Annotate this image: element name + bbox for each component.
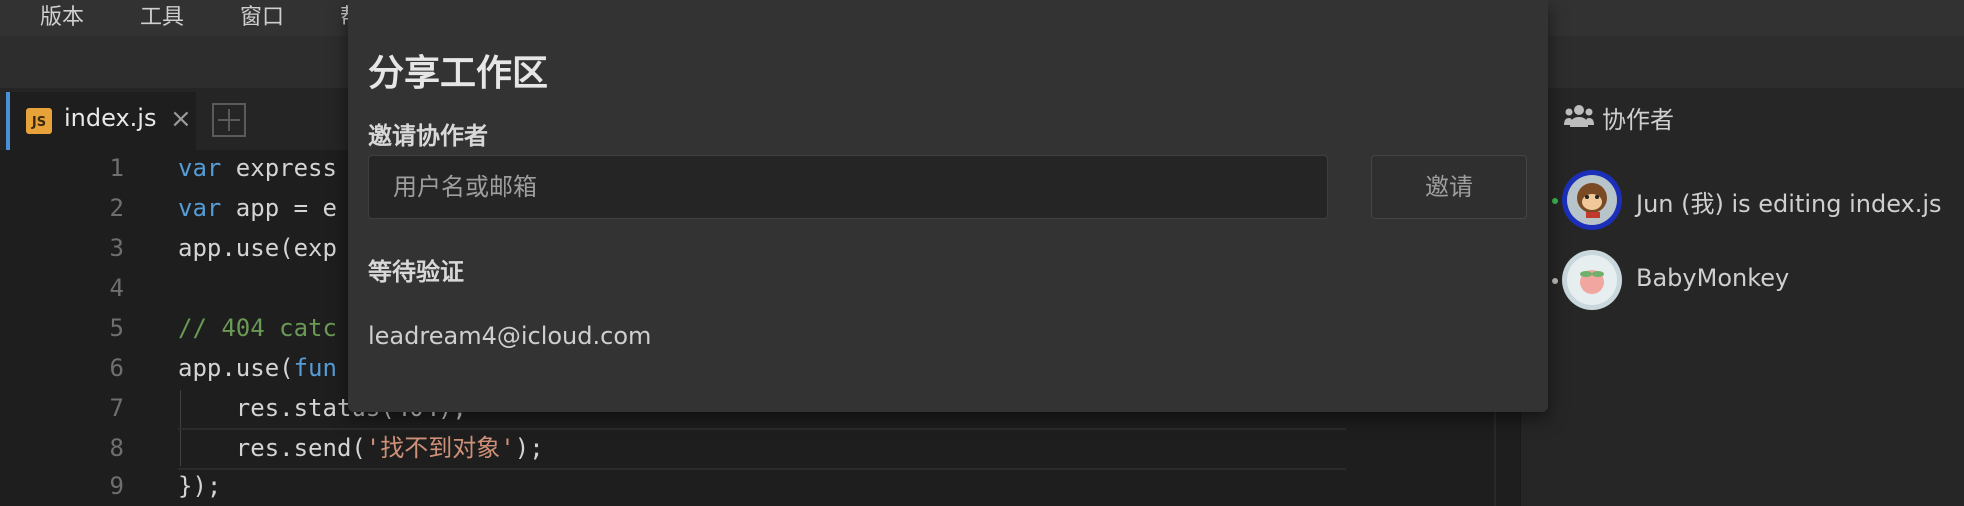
line-number: 2 — [109, 194, 124, 222]
collaborators-icon — [1564, 105, 1594, 127]
collaborator-name: BabyMonkey — [1636, 264, 1790, 292]
monkey-avatar-icon — [1567, 175, 1617, 225]
avatar[interactable] — [1562, 250, 1622, 310]
menu-item-version[interactable]: 版本 — [40, 0, 84, 36]
line-number: 4 — [109, 274, 124, 302]
code-text: app.use(exp — [178, 234, 337, 262]
tab-close-icon[interactable]: × — [170, 104, 192, 134]
line-number: 1 — [109, 154, 124, 182]
line-number: 8 — [109, 434, 124, 462]
line-number: 5 — [109, 314, 124, 342]
avatar[interactable] — [1562, 170, 1622, 230]
menu-item-tools[interactable]: 工具 — [140, 0, 184, 36]
code-text: var app = e — [178, 194, 337, 222]
peach-avatar-icon — [1567, 255, 1617, 305]
code-comment: // 404 catc — [178, 314, 337, 342]
collaborators-title: 协作者 — [1602, 106, 1674, 134]
offline-status-dot — [1552, 278, 1558, 284]
new-tab-plus-icon[interactable] — [212, 103, 246, 137]
pending-invite-item: leadream4@icloud.com — [368, 322, 652, 350]
dialog-title: 分享工作区 — [368, 53, 549, 94]
code-text: var express — [178, 154, 337, 182]
pending-label: 等待验证 — [368, 258, 464, 286]
javascript-file-icon: JS — [26, 108, 52, 134]
code-line: 8 res.send('找不到对象'); — [0, 428, 1500, 468]
line-number: 6 — [109, 354, 124, 382]
menu-item-window[interactable]: 窗口 — [240, 0, 284, 36]
line-number: 9 — [109, 472, 124, 500]
line-number: 7 — [109, 394, 124, 422]
online-status-dot — [1552, 198, 1558, 204]
tab-index-js[interactable]: JS index.js × — [6, 92, 196, 150]
code-text: app.use(fun — [178, 354, 337, 382]
collaborator-name: Jun (我) is editing index.js — [1636, 190, 1942, 218]
code-text: }); — [178, 472, 222, 500]
tab-label: index.js — [64, 104, 157, 132]
invite-label: 邀请协作者 — [368, 122, 488, 150]
invite-button[interactable]: 邀请 — [1371, 155, 1527, 219]
code-line: 9 }); — [0, 466, 1500, 506]
invite-input[interactable] — [368, 155, 1328, 219]
code-text: res.send('找不到对象'); — [178, 434, 544, 462]
line-number: 3 — [109, 234, 124, 262]
